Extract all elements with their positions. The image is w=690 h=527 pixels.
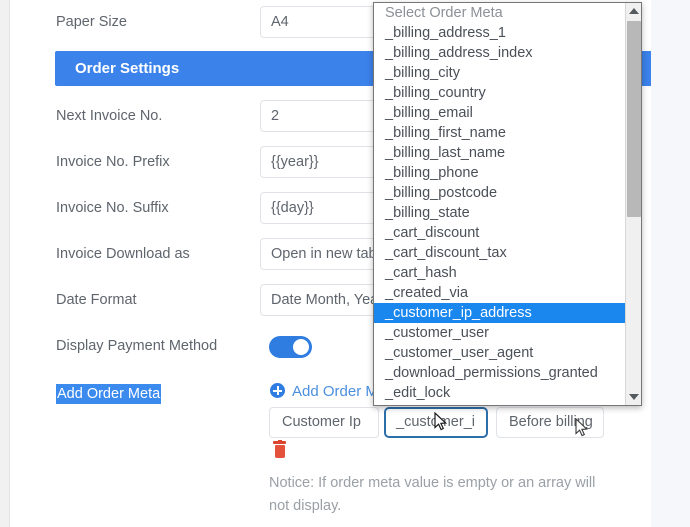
label-next-invoice-no: Next Invoice No.	[56, 108, 163, 124]
plus-circle-icon	[270, 383, 285, 398]
dropdown-option[interactable]: _billing_address_1	[374, 23, 626, 43]
toggle-display-payment-method[interactable]	[269, 336, 312, 358]
dropdown-option[interactable]: _customer_user_agent	[374, 343, 626, 363]
label-display-payment-method: Display Payment Method	[56, 338, 218, 354]
dropdown-option[interactable]: _customer_user	[374, 323, 626, 343]
trash-lid	[273, 441, 286, 444]
label-invoice-download-as: Invoice Download as	[56, 246, 190, 262]
chevron-up-icon[interactable]	[626, 3, 641, 19]
dropdown-scrollbar-thumb[interactable]	[627, 21, 641, 217]
dropdown-option[interactable]: _cart_hash	[374, 263, 626, 283]
right-rail	[651, 0, 690, 527]
label-add-order-meta: Add Order Meta	[56, 384, 162, 404]
chevron-up-glyph	[629, 8, 639, 14]
dropdown-option[interactable]: _cart_discount	[374, 223, 626, 243]
dropdown-option[interactable]: _created_via	[374, 283, 626, 303]
dropdown-option[interactable]: _billing_phone	[374, 163, 626, 183]
dropdown-option[interactable]: _billing_city	[374, 63, 626, 83]
dropdown-option[interactable]: _billing_country	[374, 83, 626, 103]
dropdown-option[interactable]: _download_permissions_granted	[374, 363, 626, 383]
order-meta-dropdown-list[interactable]: Select Order Meta _billing_address_1 _bill…	[374, 3, 626, 405]
dropdown-option[interactable]: _billing_first_name	[374, 123, 626, 143]
select-order-meta-key[interactable]: _customer_i	[384, 407, 488, 438]
input-meta-display-name[interactable]: Customer Ip	[269, 407, 379, 438]
chevron-down-icon[interactable]	[626, 389, 641, 405]
label-invoice-no-suffix: Invoice No. Suffix	[56, 200, 169, 216]
order-meta-dropdown-popup[interactable]: Select Order Meta _billing_address_1 _bill…	[373, 2, 642, 406]
dropdown-option[interactable]: _billing_postcode	[374, 183, 626, 203]
label-date-format: Date Format	[56, 292, 137, 308]
dropdown-option[interactable]: _billing_last_name	[374, 143, 626, 163]
dropdown-scrollbar[interactable]	[625, 3, 641, 405]
toggle-knob	[293, 339, 309, 355]
dropdown-option[interactable]: _edit_lock	[374, 383, 626, 403]
dropdown-option[interactable]: _billing_state	[374, 203, 626, 223]
dropdown-option[interactable]: _billing_address_index	[374, 43, 626, 63]
select-meta-position[interactable]: Before billing	[496, 407, 604, 438]
left-rail	[0, 0, 10, 527]
dropdown-option[interactable]: _customer_ip_address	[374, 303, 626, 323]
page-root: Paper Size A4 Order Settings Next Invoic…	[0, 0, 690, 527]
trash-can	[274, 444, 285, 458]
dropdown-option[interactable]: _billing_email	[374, 103, 626, 123]
trash-icon[interactable]	[273, 439, 286, 458]
label-invoice-no-prefix: Invoice No. Prefix	[56, 154, 170, 170]
chevron-down-glyph	[629, 394, 639, 400]
dropdown-option-placeholder[interactable]: Select Order Meta	[374, 3, 626, 23]
order-meta-row: Customer Ip _customer_i Before billing	[10, 407, 651, 441]
dropdown-option[interactable]: _cart_discount_tax	[374, 243, 626, 263]
label-paper-size: Paper Size	[56, 14, 127, 30]
order-meta-notice: Notice: If order meta value is empty or …	[269, 475, 596, 514]
